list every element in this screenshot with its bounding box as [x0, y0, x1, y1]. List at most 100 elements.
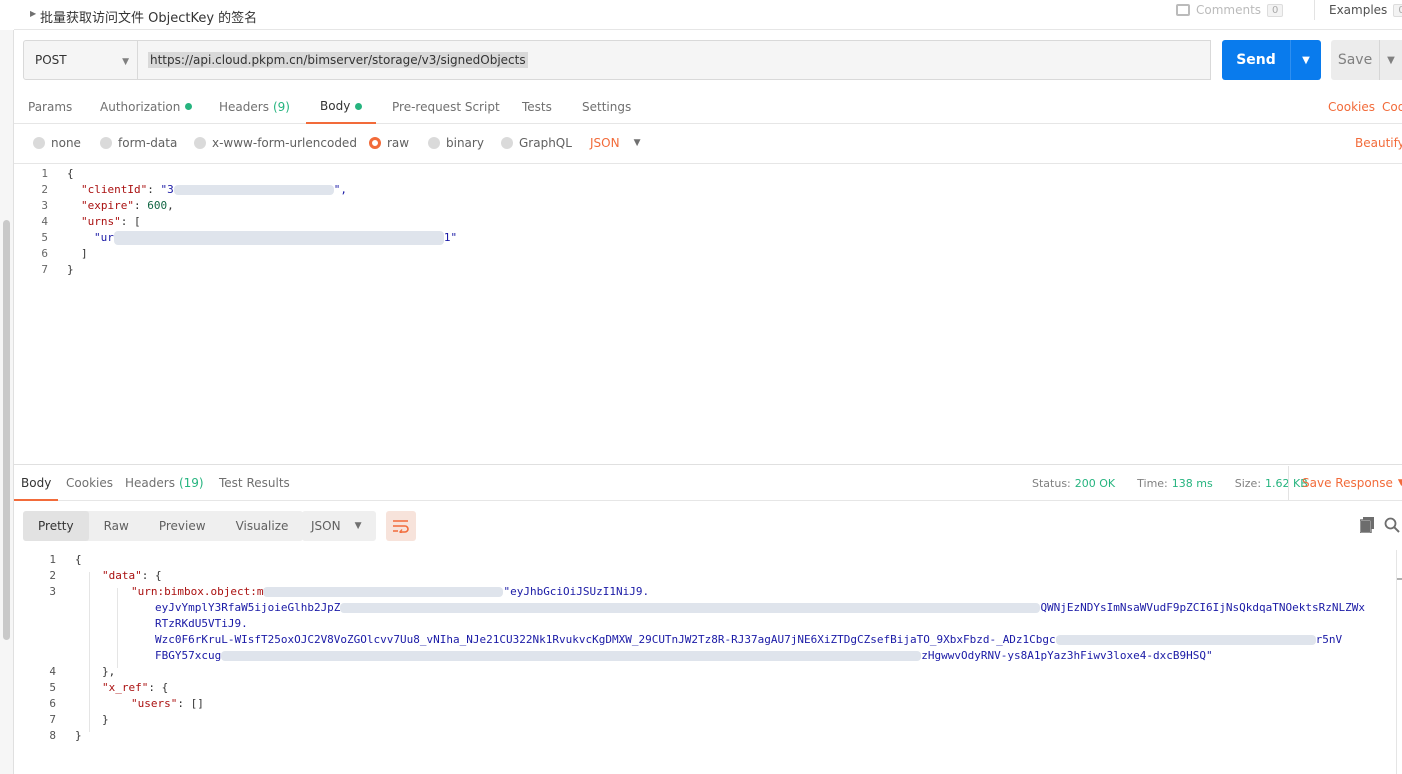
url-input[interactable]: https://api.cloud.pkpm.cn/bimserver/stor…: [138, 40, 1211, 80]
left-scrollbar-thumb[interactable]: [3, 220, 10, 640]
json-string: "eyJhbGciOiJSUzI1NiJ9.: [503, 585, 650, 598]
response-format-select[interactable]: JSON ▼: [302, 511, 376, 541]
examples-count-badge: 0: [1393, 3, 1402, 17]
view-pretty-button[interactable]: Pretty: [23, 511, 89, 541]
tab-prerequest-script[interactable]: Pre-request Script: [392, 90, 500, 123]
line-number: 2: [49, 569, 56, 582]
view-raw-button[interactable]: Raw: [89, 511, 144, 541]
status-label: Status:: [1032, 476, 1071, 490]
wrap-lines-button[interactable]: [386, 511, 416, 541]
view-preview-button[interactable]: Preview: [144, 511, 221, 541]
code-link[interactable]: Code: [1382, 90, 1402, 123]
resp-tab-body[interactable]: Body: [14, 466, 59, 501]
redacted-region: [173, 185, 334, 195]
radio-off-icon: [194, 137, 206, 149]
json-string: r5nV: [1315, 633, 1343, 646]
tab-params-label: Params: [28, 99, 73, 114]
tab-headers[interactable]: Headers (9): [219, 90, 290, 123]
response-scrollbar[interactable]: [1396, 550, 1402, 774]
save-response-button[interactable]: Save Response ▼: [1288, 466, 1402, 500]
examples-button[interactable]: Examples 0 ▼: [1314, 0, 1402, 20]
radio-graphql[interactable]: GraphQL: [501, 136, 572, 150]
line-number: 7: [41, 263, 48, 276]
code-line: "urn:bimbox.object:m "eyJhbGciOiJSUzI1NiJ…: [131, 584, 649, 600]
send-button[interactable]: Send ▼: [1222, 40, 1321, 80]
json-string: 1": [443, 231, 458, 244]
bracket: [: [134, 215, 141, 228]
response-view-modes: Pretty Raw Preview Visualize: [23, 511, 304, 541]
json-string: RTzRKdU5VTiJ9.: [155, 617, 248, 630]
code-line: }: [75, 728, 82, 744]
left-scrollbar[interactable]: [0, 30, 14, 774]
view-preview-label: Preview: [158, 519, 206, 533]
bracket: ]: [81, 247, 88, 260]
tab-settings[interactable]: Settings: [582, 90, 631, 123]
search-icon[interactable]: [1384, 517, 1400, 533]
resp-tab-test-results[interactable]: Test Results: [219, 466, 290, 500]
radio-graphql-label: GraphQL: [519, 136, 572, 150]
body-format-select[interactable]: JSON ▼: [590, 136, 641, 150]
radio-raw[interactable]: raw: [369, 136, 409, 150]
caret-right-icon[interactable]: ▶: [30, 9, 36, 18]
comments-button[interactable]: Comments 0: [1176, 0, 1284, 20]
code-line: "users": []: [131, 697, 204, 710]
wrap-lines-icon: [393, 520, 409, 533]
view-raw-label: Raw: [103, 519, 129, 533]
tab-authorization[interactable]: Authorization: [100, 90, 193, 123]
resp-tab-headers[interactable]: Headers (19): [125, 466, 204, 500]
code-line: "data": {: [102, 569, 162, 582]
code-line: "x_ref": {: [102, 681, 169, 694]
json-key: "expire": [81, 199, 134, 212]
request-body-editor[interactable]: 1 2 3 4 5 6 7 { "clientId": "3 ", "expire…: [14, 165, 1402, 465]
view-visualize-label: Visualize: [235, 519, 289, 533]
radio-off-icon: [100, 137, 112, 149]
tab-headers-label: Headers: [219, 99, 269, 114]
json-string: ",: [333, 183, 347, 196]
time-value[interactable]: 138 ms: [1172, 477, 1213, 490]
radio-raw-label: raw: [387, 136, 410, 150]
code-line: "clientId": "3 ",: [81, 183, 347, 196]
code-line: eyJvYmplY3RfaW5ijoieGlhb2JpZ QWNjEzNDYsIm…: [155, 600, 1365, 616]
brace: }: [67, 263, 74, 276]
resp-headers-count: (19): [178, 476, 204, 490]
json-string: zHgwwvOdyRNV-ys8A1pYaz3hFiwv3loxe4-dxcB9…: [921, 649, 1213, 662]
beautify-link[interactable]: Beautify: [1355, 136, 1402, 150]
resp-tab-cookies[interactable]: Cookies: [66, 466, 113, 500]
size-label: Size:: [1234, 476, 1262, 490]
response-body-viewer[interactable]: 1 2 3 4 5 6 7 8 { "data": { "urn:bimbox.…: [14, 550, 1402, 774]
method-select[interactable]: POST ▼: [23, 40, 138, 80]
tab-body[interactable]: Body: [306, 90, 377, 124]
response-tabs: Body Cookies Headers (19) Test Results St…: [14, 466, 1402, 501]
brace: {: [67, 167, 74, 180]
radio-off-icon: [33, 137, 45, 149]
redacted-region: [340, 603, 1041, 613]
radio-off-icon: [501, 137, 513, 149]
line-number: 6: [41, 247, 48, 260]
cookies-link[interactable]: Cookies: [1328, 90, 1375, 123]
method-value: POST: [35, 53, 67, 67]
save-button[interactable]: Save ▼: [1331, 40, 1402, 80]
send-options-chevron-icon[interactable]: ▼: [1290, 40, 1321, 80]
json-key: "x_ref": [102, 681, 149, 694]
tab-tests[interactable]: Tests: [522, 90, 552, 123]
tab-authorization-label: Authorization: [100, 99, 181, 114]
line-number: 3: [41, 199, 48, 212]
json-string: "ur: [94, 231, 114, 244]
radio-urlencoded-label: x-www-form-urlencoded: [212, 136, 357, 150]
brace: {: [75, 553, 82, 566]
scrollbar-marker: [1397, 578, 1402, 580]
code-line: }: [102, 712, 109, 728]
radio-form-data[interactable]: form-data: [100, 136, 177, 150]
save-options-chevron-icon[interactable]: ▼: [1379, 40, 1402, 80]
tab-params[interactable]: Params: [28, 90, 72, 123]
radio-urlencoded[interactable]: x-www-form-urlencoded: [194, 136, 357, 150]
radio-none[interactable]: none: [33, 136, 81, 150]
request-row: POST ▼ https://api.cloud.pkpm.cn/bimserv…: [23, 40, 1402, 80]
chevron-down-icon: ▼: [633, 138, 641, 148]
view-visualize-button[interactable]: Visualize: [221, 511, 304, 541]
resp-tab-cookies-label: Cookies: [66, 476, 113, 490]
radio-binary[interactable]: binary: [428, 136, 484, 150]
copy-icon[interactable]: [1360, 517, 1374, 533]
status-value[interactable]: 200 OK: [1075, 477, 1115, 490]
request-title[interactable]: 批量获取访问文件 ObjectKey 的签名: [40, 7, 257, 26]
